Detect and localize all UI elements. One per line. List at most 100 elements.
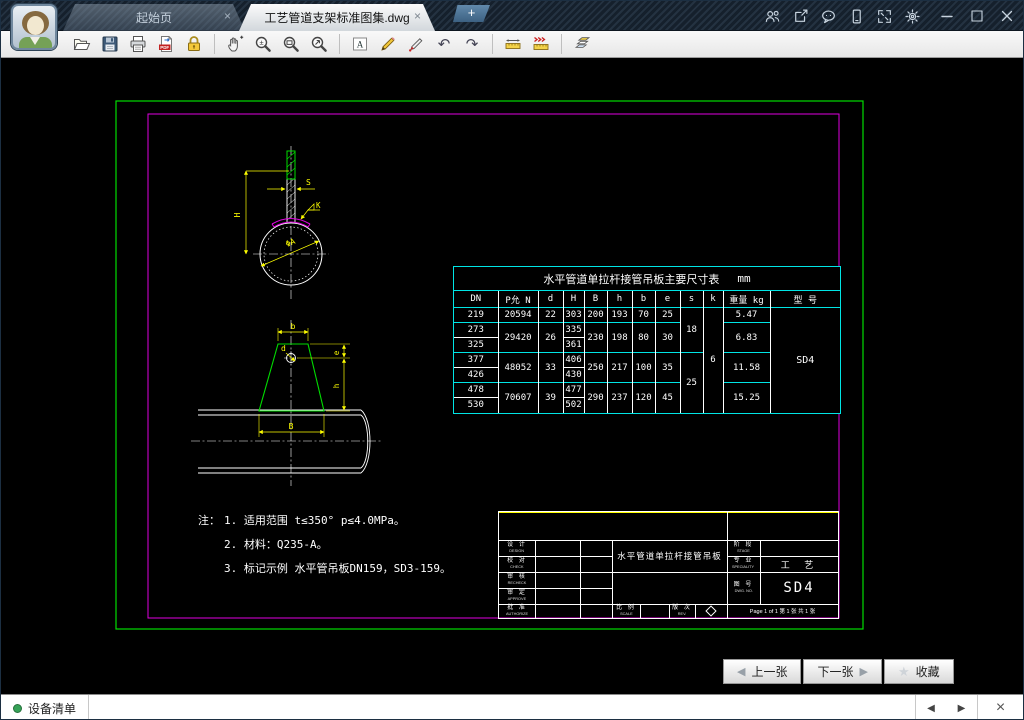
redo-button[interactable]: ↷ xyxy=(461,33,483,56)
cell-d: 22 xyxy=(538,308,563,323)
zoom-extents-button[interactable] xyxy=(308,33,330,56)
cell-s: 18 xyxy=(680,308,703,353)
cell-b: 100 xyxy=(632,353,655,383)
status-close-button[interactable]: × xyxy=(977,695,1023,720)
fullscreen-icon[interactable] xyxy=(876,8,893,25)
title-block-line xyxy=(695,604,696,618)
print-button[interactable] xyxy=(127,33,149,56)
cell-h: 198 xyxy=(607,323,632,353)
minimize-button[interactable] xyxy=(938,8,955,25)
tab-start-page-label: 起始页 xyxy=(136,9,172,26)
dim-label-K: K xyxy=(316,201,321,210)
avatar-face xyxy=(27,16,44,35)
canvas[interactable]: H S K ΦA xyxy=(1,58,1024,694)
share-icon[interactable] xyxy=(792,8,809,25)
note-line: 注： 1. 适用范围 t≤350° p≤4.0MPa。 xyxy=(198,509,488,533)
col-header: h xyxy=(607,291,632,308)
col-header: k xyxy=(703,291,723,308)
avatar[interactable] xyxy=(11,4,57,50)
status-forward-button[interactable]: ▶ xyxy=(946,695,977,720)
page-nav: ◀ 上一张 下一张 ▶ ★ 收藏 xyxy=(723,659,954,684)
cell-B: 250 xyxy=(584,353,607,383)
cell-dn: 377 xyxy=(454,353,498,368)
mobile-icon[interactable] xyxy=(848,8,865,25)
dim-label-b: b xyxy=(291,322,296,331)
pencil-tool-button[interactable] xyxy=(377,33,399,56)
cell-H: 303 xyxy=(563,308,584,323)
measure-button[interactable] xyxy=(502,33,524,56)
col-header: d xyxy=(538,291,563,308)
cell-d: 33 xyxy=(538,353,563,383)
export-pdf-button[interactable]: PDF xyxy=(155,33,177,56)
maximize-button[interactable] xyxy=(968,8,985,25)
tab-close-icon[interactable]: × xyxy=(224,9,231,23)
settings-icon[interactable] xyxy=(904,8,921,25)
zoom-plusminus-label: ± xyxy=(259,38,263,47)
favorite-button[interactable]: ★ 收藏 xyxy=(884,659,954,684)
marker-tool-button[interactable] xyxy=(405,33,427,56)
next-page-button[interactable]: 下一张 ▶ xyxy=(803,659,881,684)
statusbar-spacer xyxy=(89,695,915,720)
dim-label-B: B xyxy=(289,422,294,431)
close-button[interactable] xyxy=(998,8,1015,25)
chat-icon[interactable] xyxy=(820,8,837,25)
zoom-button[interactable]: ± xyxy=(252,33,274,56)
titleblock-page-info: Page 1 of 1 第 1 张 共 1 张 xyxy=(727,604,838,618)
zoom-window-button[interactable] xyxy=(280,33,302,56)
cell-dn: 325 xyxy=(454,338,498,353)
toolbar-separator xyxy=(561,34,562,54)
dim-label-H: H xyxy=(233,212,242,217)
layers-button[interactable] xyxy=(571,33,593,56)
cell-B: 200 xyxy=(584,308,607,323)
cell-d: 39 xyxy=(538,383,563,413)
titleblock-stage-label: 阶 段 STAGE xyxy=(727,540,760,556)
tab-document[interactable]: 工艺管道支架标准图集.dwg × xyxy=(239,4,435,31)
tab-start-page[interactable]: 起始页 × xyxy=(63,4,245,31)
cell-b: 120 xyxy=(632,383,655,413)
cell-weight: 6.83 xyxy=(723,323,770,353)
dim-label-h: h xyxy=(332,384,341,389)
tab-strip: 起始页 × 工艺管道支架标准图集.dwg × xyxy=(63,4,435,31)
col-header: B xyxy=(584,291,607,308)
col-header: e xyxy=(655,291,680,308)
measure-multi-button[interactable] xyxy=(530,33,552,56)
tab-document-label: 工艺管道支架标准图集.dwg xyxy=(264,9,409,26)
cell-B: 230 xyxy=(584,323,607,353)
tab-close-icon[interactable]: × xyxy=(414,9,421,23)
save-button[interactable] xyxy=(99,33,121,56)
pan-button[interactable] xyxy=(224,33,246,56)
table-header-row: DN P允 N d H B h b e s k 重量 kg 型 号 xyxy=(454,291,840,308)
cell-e: 45 xyxy=(655,383,680,413)
lock-button[interactable] xyxy=(183,33,205,56)
table-unit: mm xyxy=(737,272,750,285)
new-tab-button[interactable]: + xyxy=(453,5,490,22)
title-block-line xyxy=(580,540,581,618)
avatar-collar xyxy=(30,37,40,45)
prev-page-button[interactable]: ◀ 上一张 xyxy=(723,659,801,684)
contacts-icon[interactable] xyxy=(764,8,781,25)
text-tool-label: A xyxy=(357,40,364,50)
open-button[interactable] xyxy=(71,33,93,56)
cell-dn: 219 xyxy=(454,308,498,323)
titleblock-dwgno-value: SD4 xyxy=(760,572,838,604)
star-icon: ★ xyxy=(898,664,910,680)
cell-weight: 15.25 xyxy=(723,383,770,413)
titleblock-dwgno-label: 图 号 DWG. NO. xyxy=(727,572,760,604)
notes: 注： 1. 适用范围 t≤350° p≤4.0MPa。 2. 材料：Q235-A… xyxy=(198,509,488,581)
col-header: H xyxy=(563,291,584,308)
cell-dn: 426 xyxy=(454,368,498,383)
undo-button[interactable]: ↶ xyxy=(433,33,455,56)
cell-weight: 11.58 xyxy=(723,353,770,383)
text-tool-button[interactable]: A xyxy=(349,33,371,56)
titleblock-approve-label: 审 定 APPROVE xyxy=(499,588,535,604)
titleblock-drawing-title: 水平管道单拉杆接管吊板 xyxy=(612,540,727,572)
toolbar: PDF ± A ↶ ↷ xyxy=(1,31,1023,58)
dim-label-e: e xyxy=(332,350,341,355)
status-back-button[interactable]: ◀ xyxy=(915,695,946,720)
cell-H: 406 xyxy=(563,353,584,368)
titlebar: 起始页 × 工艺管道支架标准图集.dwg × + xyxy=(1,1,1023,31)
cell-b: 80 xyxy=(632,323,655,353)
title-block: 设 计 DESIGN 校 对 CHECK 审 核 RECHECK 审 定 APP… xyxy=(498,511,839,619)
arrow-left-icon: ◀ xyxy=(737,665,745,678)
device-list-button[interactable]: 设备清单 xyxy=(1,695,89,720)
